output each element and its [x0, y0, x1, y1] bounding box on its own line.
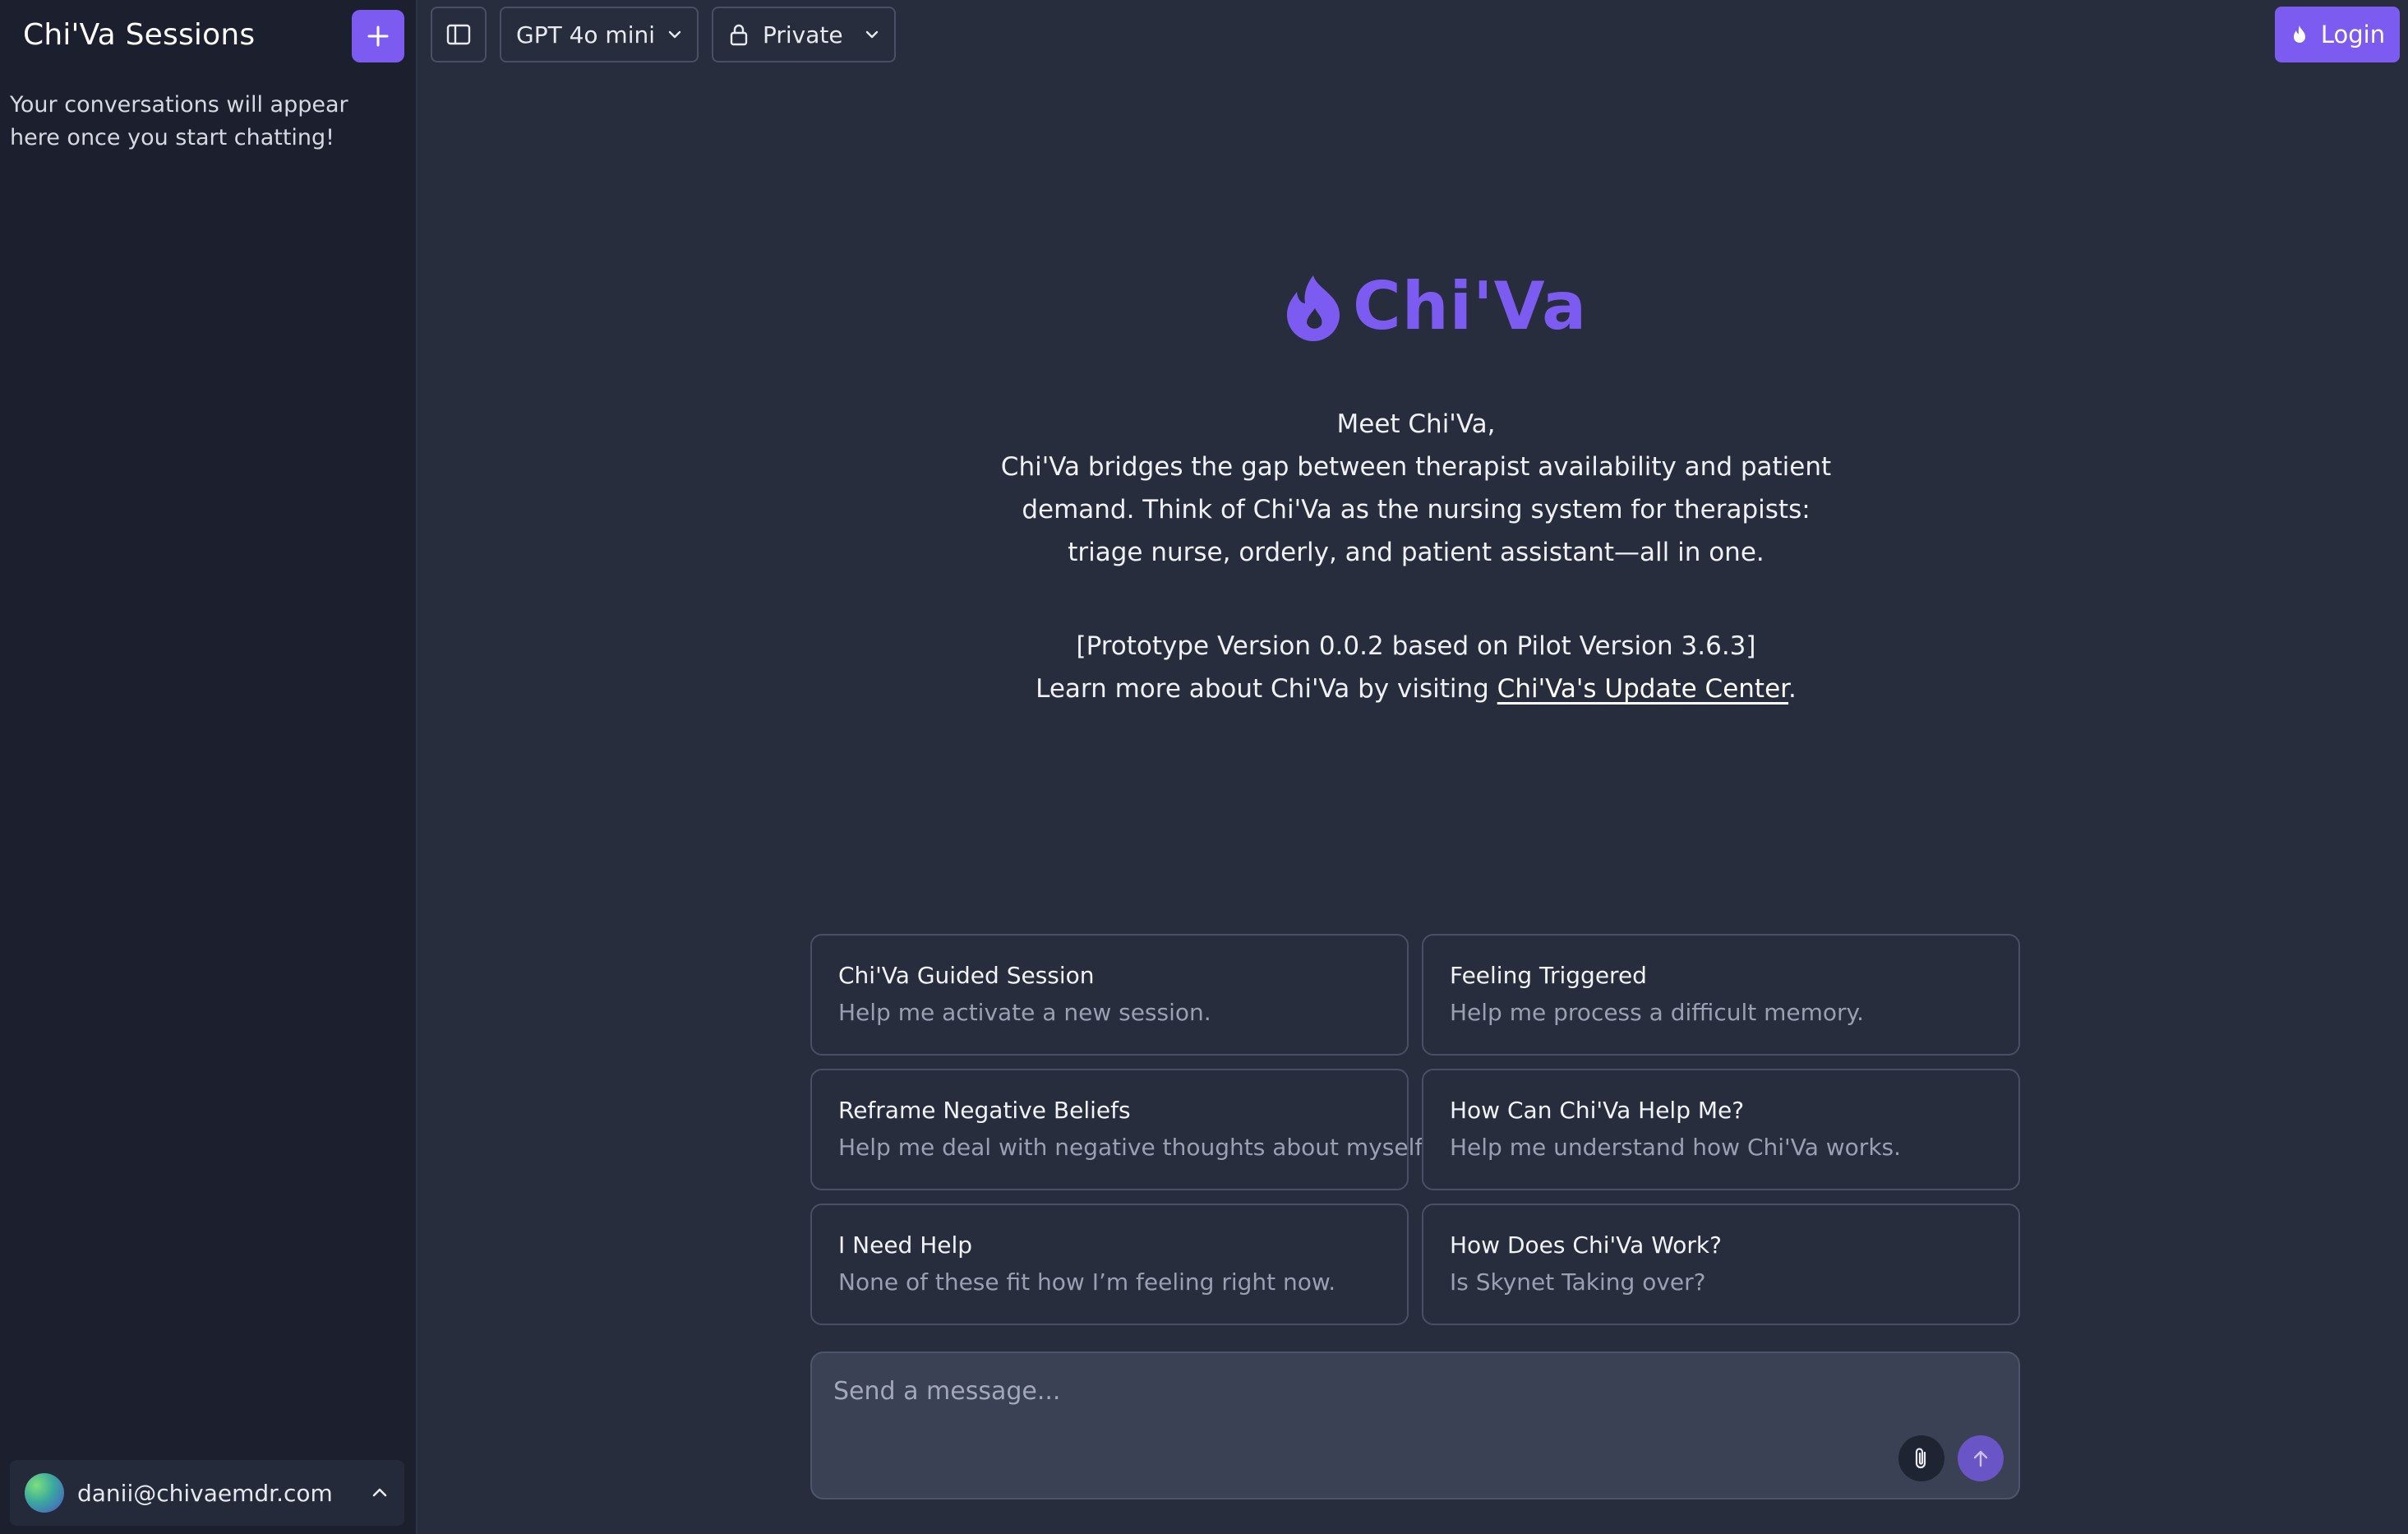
model-selector[interactable]: GPT 4o mini [500, 7, 699, 62]
send-button[interactable] [1958, 1435, 2004, 1481]
sidebar-title: Chi'Va Sessions [23, 18, 256, 52]
flame-icon [2293, 25, 2305, 43]
suggestion-title: Feeling Triggered [1450, 962, 1647, 989]
empty-conversations-message: Your conversations will appear here once… [10, 92, 348, 150]
login-label: Login [2320, 21, 2386, 49]
model-selected-label: GPT 4o mini [516, 21, 656, 49]
paperclip-icon [1915, 1448, 1926, 1469]
update-center-link[interactable]: Chi'Va's Update Center [1497, 674, 1788, 704]
suggestion-title: Reframe Negative Beliefs [838, 1097, 1131, 1124]
arrow-up-icon [1973, 1450, 1988, 1467]
logo-text: Chi'Va [1353, 268, 1588, 344]
lock-icon [730, 24, 748, 46]
flame-logo-icon [1287, 275, 1340, 341]
new-session-button[interactable] [352, 10, 404, 62]
learn-more-line: Learn more about Chi'Va by visiting Chi'… [986, 668, 1846, 710]
chevron-down-icon [668, 30, 681, 39]
sidebar: Chi'Va Sessions Your conversations will … [0, 0, 417, 1534]
user-menu[interactable]: danii@chivaemdr.com [10, 1460, 404, 1526]
suggestion-card-how-does-work[interactable]: How Does Chi'Va Work? Is Skynet Taking o… [1422, 1204, 2020, 1325]
message-composer [810, 1351, 2020, 1499]
chiva-logo: Chi'Va [1282, 268, 1587, 344]
chevron-down-icon [865, 30, 879, 39]
suggestion-subtitle: Help me deal with negative thoughts abou… [838, 1134, 1429, 1161]
suggestion-subtitle: Help me activate a new session. [838, 999, 1211, 1026]
suggestion-card-need-help[interactable]: I Need Help None of these fit how I’m fe… [810, 1204, 1409, 1325]
intro-text: Meet Chi'Va, Chi'Va bridges the gap betw… [986, 403, 1846, 574]
version-info: [Prototype Version 0.0.2 based on Pilot … [986, 625, 1846, 710]
suggestion-subtitle: None of these fit how I’m feeling right … [838, 1268, 1336, 1296]
chevron-up-icon [372, 1488, 387, 1497]
suggestion-card-feeling-triggered[interactable]: Feeling Triggered Help me process a diff… [1422, 934, 2020, 1056]
sidebar-toggle-button[interactable] [431, 7, 487, 62]
suggestion-title: How Can Chi'Va Help Me? [1450, 1097, 1745, 1124]
plus-icon [367, 25, 389, 47]
version-text: [Prototype Version 0.0.2 based on Pilot … [1076, 631, 1756, 661]
intro-greeting: Meet Chi'Va, [1336, 409, 1496, 439]
suggestion-card-how-can-help[interactable]: How Can Chi'Va Help Me? Help me understa… [1422, 1069, 2020, 1190]
attach-button[interactable] [1898, 1435, 1944, 1481]
suggestion-subtitle: Help me understand how Chi'Va works. [1450, 1134, 1902, 1161]
user-email: danii@chivaemdr.com [77, 1479, 333, 1507]
learn-more-suffix: . [1788, 674, 1797, 704]
visibility-selected-label: Private [763, 21, 843, 49]
suggestion-title: How Does Chi'Va Work? [1450, 1231, 1722, 1259]
message-input[interactable] [832, 1373, 1982, 1409]
suggestion-card-guided-session[interactable]: Chi'Va Guided Session Help me activate a… [810, 934, 1409, 1056]
suggestion-subtitle: Is Skynet Taking over? [1450, 1268, 1706, 1296]
suggestion-subtitle: Help me process a difficult memory. [1450, 999, 1865, 1026]
intro-body: Chi'Va bridges the gap between therapist… [1000, 452, 1832, 567]
suggestion-title: I Need Help [838, 1231, 973, 1259]
login-button[interactable]: Login [2275, 7, 2400, 62]
visibility-selector[interactable]: Private [712, 7, 896, 62]
sidebar-panel-icon [446, 24, 471, 45]
learn-more-prefix: Learn more about Chi'Va by visiting [1036, 674, 1497, 704]
suggestion-card-reframe-beliefs[interactable]: Reframe Negative Beliefs Help me deal wi… [810, 1069, 1429, 1190]
suggestion-title: Chi'Va Guided Session [838, 962, 1095, 989]
avatar [25, 1473, 64, 1513]
